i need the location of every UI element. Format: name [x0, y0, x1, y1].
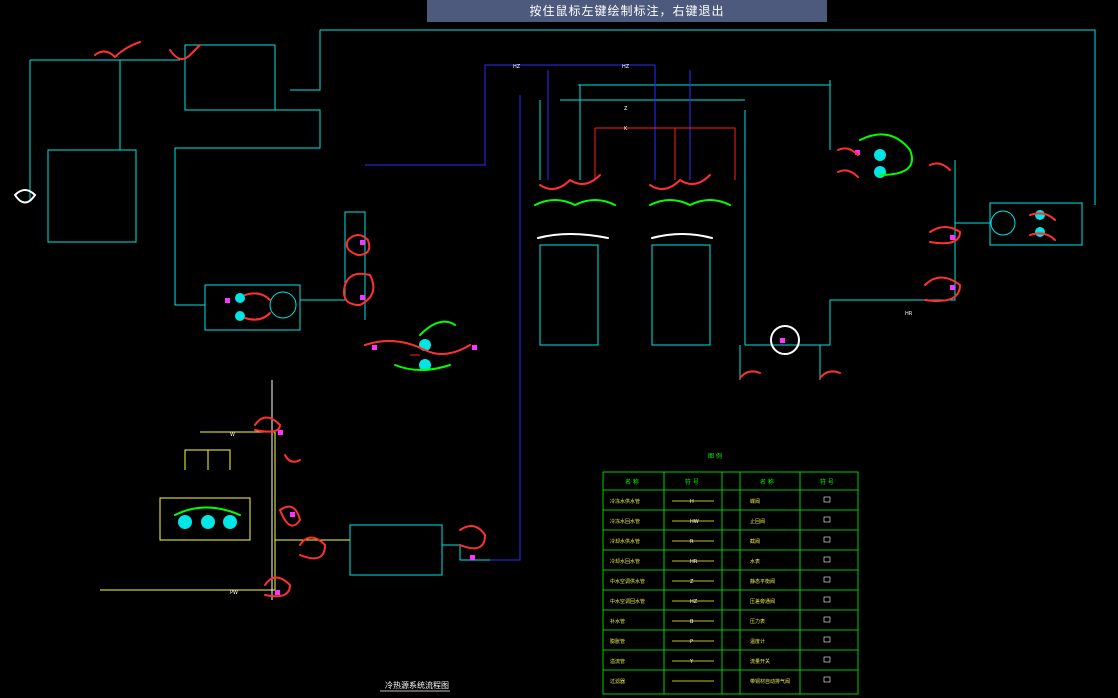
legend-left-code: Z	[690, 579, 694, 585]
legend-right-symbol	[823, 576, 831, 583]
label-z: Z	[624, 106, 628, 112]
legend-right-column: 蝶阀止回阀截阀水表静态平衡阀压差旁通阀压力表温度计流量开关带铜材自动排气阀	[750, 496, 831, 685]
legend-left-code: H	[690, 499, 694, 505]
legend-right-symbol	[823, 496, 831, 503]
legend-right-name: 静态平衡阀	[750, 578, 775, 585]
legend-right-symbol	[823, 536, 831, 543]
legend-left-name: 中水空调回水管	[610, 598, 645, 605]
legend-right-symbol	[823, 556, 831, 563]
cooling-water-pipes	[29, 29, 1096, 380]
legend-right-name: 带铜材自动排气阀	[750, 678, 790, 685]
valve-markers	[225, 150, 955, 595]
legend-header-name-2: 名 称	[760, 478, 774, 486]
legend-left-name: 补水管	[610, 618, 625, 625]
heat-exchanger	[349, 524, 443, 576]
legend-title: 图 例	[708, 452, 722, 460]
label-hz-2: HZ	[622, 64, 630, 70]
legend-left-name: 中水空调供水管	[610, 578, 645, 585]
legend-right-symbol	[823, 596, 831, 603]
legend-left-code: HZ	[690, 599, 698, 605]
legend-left-code: Y	[689, 659, 694, 665]
legend-left-name: 冷却水供水管	[610, 538, 640, 545]
label-pw: PW	[230, 590, 238, 596]
legend-right-name: 蝶阀	[750, 498, 760, 505]
legend-right-symbol	[823, 656, 831, 663]
legend-right-name: 压力表	[750, 618, 765, 625]
legend-left-name: 溢流管	[610, 658, 625, 665]
legend-header-name-1: 名 称	[625, 478, 639, 486]
legend-left-code: HW	[690, 519, 699, 525]
drawing-title: 冷热源系统流程图	[385, 680, 449, 690]
legend-header-symbol-1: 符 号	[685, 478, 699, 486]
legend-right-name: 水表	[750, 558, 760, 565]
cad-canvas[interactable]: HZ HZ Z K HR PW W 图 例 名 称 符 号 名 称 符 号 冷冻…	[0, 0, 1118, 698]
legend-right-name: 流量开关	[750, 658, 770, 665]
legend-right-symbol	[823, 516, 831, 523]
label-hr: HR	[905, 311, 913, 317]
legend-left-column: 冷冻水供水管 H 冷冻水回水管 HW 冷却水供水管 R 冷却水回水管 HR 中水空调供水管 Z 中水…	[610, 498, 714, 685]
legend-right-name: 截阀	[750, 538, 760, 545]
legend-left-name: 冷冻水供水管	[610, 498, 640, 505]
legend-left-code: B	[690, 619, 694, 625]
legend-left-code: P	[690, 639, 693, 645]
legend-right-symbol	[823, 636, 831, 643]
legend-left-name: 膨胀管	[610, 638, 625, 645]
label-w: W	[230, 432, 235, 438]
status-hint: 按住鼠标左键绘制标注，右键退出	[427, 0, 827, 22]
legend-left-name: 过滤器	[610, 678, 625, 685]
legend-right-symbol	[823, 676, 831, 683]
legend-right-name: 压差旁通阀	[750, 598, 775, 605]
legend-right-name: 温度计	[750, 638, 765, 645]
legend-left-code: R	[690, 539, 694, 545]
legend-left-name: 冷冻水回水管	[610, 518, 640, 525]
legend-left-code: HR	[690, 559, 698, 565]
annotation-strokes	[14, 41, 1056, 598]
legend-header-symbol-2: 符 号	[820, 478, 834, 486]
chilled-return-pipes	[365, 64, 691, 561]
label-hz-1: HZ	[513, 64, 521, 70]
label-k: K	[624, 126, 628, 132]
legend-right-symbol	[823, 616, 831, 623]
legend-left-name: 冷却水回水管	[610, 558, 640, 565]
makeup-pipes	[100, 431, 350, 591]
hot-water-pipes	[410, 127, 736, 356]
legend-right-name: 止回阀	[750, 518, 765, 525]
